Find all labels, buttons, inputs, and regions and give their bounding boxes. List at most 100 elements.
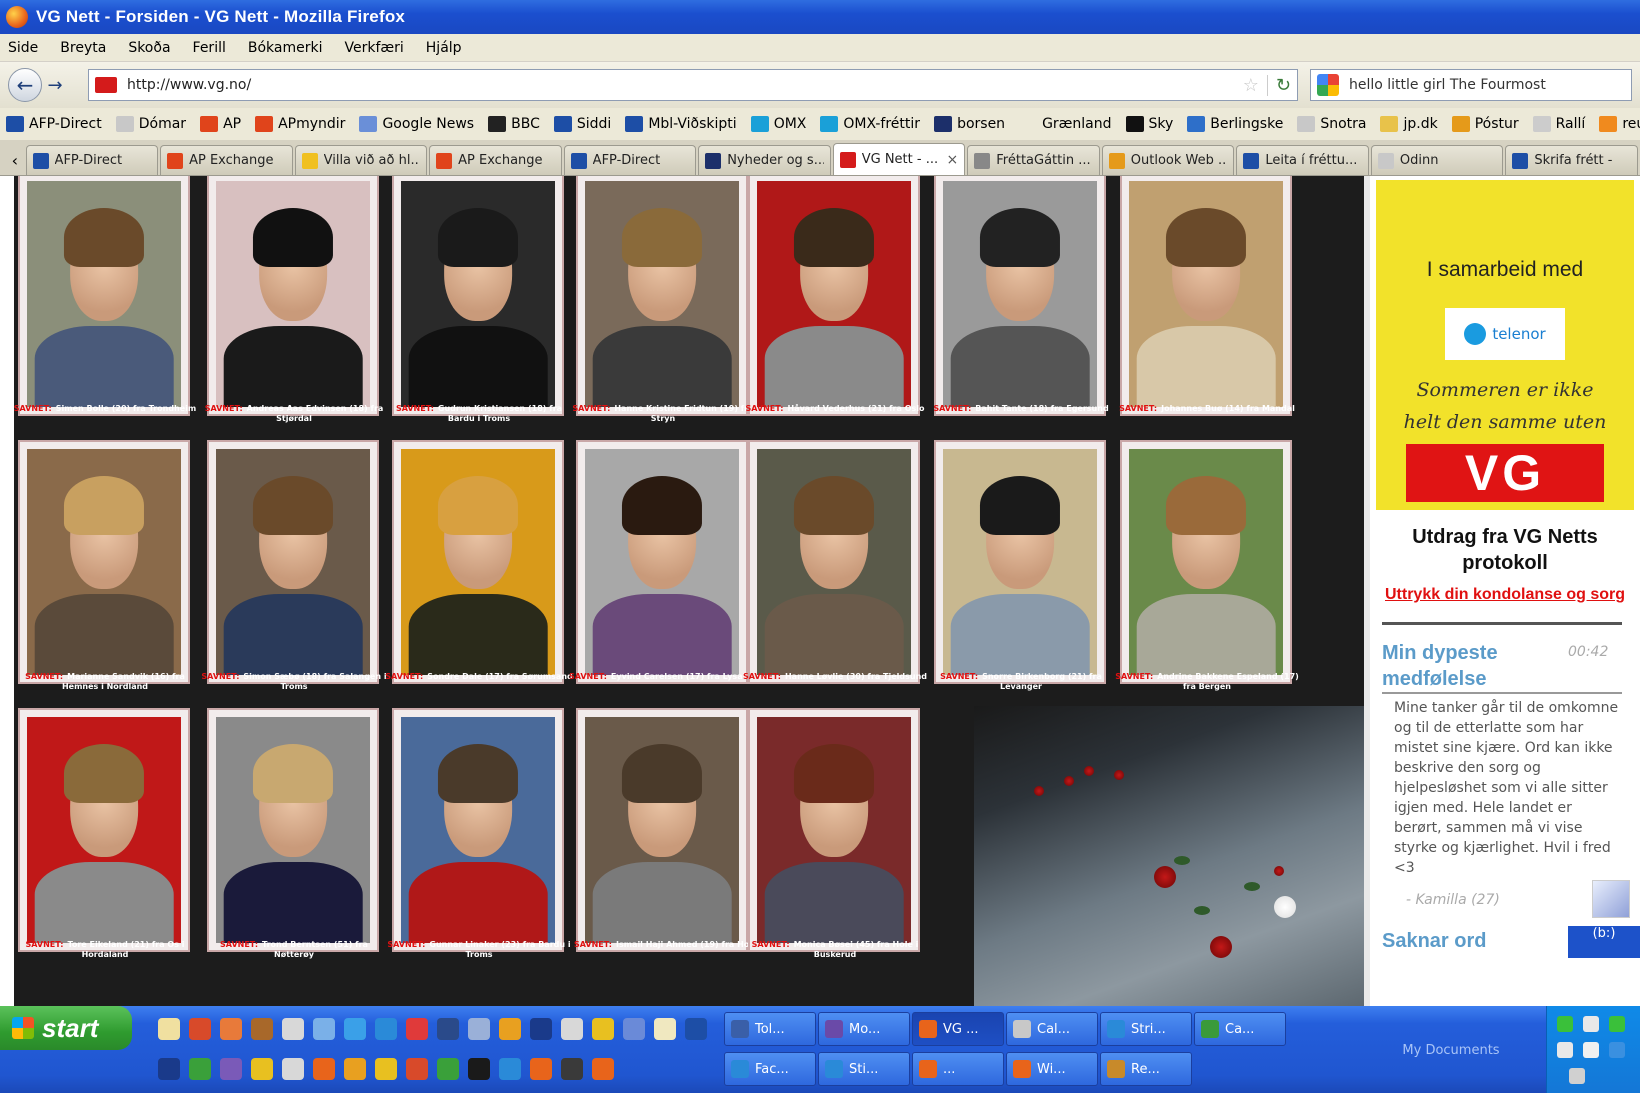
- quick-launch-icon[interactable]: [499, 1018, 521, 1040]
- start-button[interactable]: start: [0, 1006, 132, 1050]
- bookmark-item[interactable]: jp.dk: [1380, 116, 1438, 132]
- bookmark-item[interactable]: Snotra: [1297, 116, 1366, 132]
- taskbar-window-button[interactable]: VG ...: [912, 1012, 1004, 1046]
- quick-launch-icon[interactable]: [592, 1058, 614, 1080]
- tab[interactable]: AP Exchange: [160, 145, 293, 175]
- reload-icon[interactable]: ↻: [1266, 74, 1291, 96]
- tab-scroll-left-button[interactable]: ‹: [4, 145, 26, 175]
- tab[interactable]: AFP-Direct: [563, 145, 697, 175]
- menu-item-breyta[interactable]: Breyta: [60, 40, 106, 56]
- tray-icon[interactable]: [1609, 1016, 1625, 1032]
- tab[interactable]: Nyheder og s...: [698, 145, 831, 175]
- taskbar-window-button[interactable]: Cal...: [1006, 1012, 1098, 1046]
- quick-launch-icon[interactable]: [344, 1018, 366, 1040]
- taskbar-window-button[interactable]: Fac...: [724, 1052, 816, 1086]
- bookmark-item[interactable]: APmyndir: [255, 116, 345, 132]
- quick-launch-icon[interactable]: [468, 1018, 490, 1040]
- tray-icon[interactable]: [1557, 1042, 1573, 1058]
- tab[interactable]: FréttaGáttin ...: [967, 145, 1100, 175]
- bookmark-item[interactable]: Rallí: [1532, 116, 1585, 132]
- url-text[interactable]: http://www.vg.no/: [127, 77, 1243, 93]
- quick-launch-icon[interactable]: [561, 1018, 583, 1040]
- quick-launch-icon[interactable]: [220, 1058, 242, 1080]
- search-input[interactable]: hello little girl The Fourmost: [1349, 77, 1546, 93]
- bookmark-item[interactable]: borsen: [934, 116, 1005, 132]
- tray-icon[interactable]: [1583, 1042, 1599, 1058]
- bookmark-item[interactable]: Sky: [1125, 116, 1173, 132]
- taskbar-window-button[interactable]: Tol...: [724, 1012, 816, 1046]
- bookmark-item[interactable]: Mbl-Viðskipti: [625, 116, 737, 132]
- forward-button[interactable]: →: [42, 72, 68, 98]
- bookmark-item[interactable]: AFP-Direct: [6, 116, 102, 132]
- tab-active[interactable]: VG Nett - ... ×: [832, 143, 966, 175]
- menu-item-verkfaeri[interactable]: Verkfæri: [344, 40, 403, 56]
- taskbar-window-button[interactable]: Ca...: [1194, 1012, 1286, 1046]
- search-bar[interactable]: hello little girl The Fourmost: [1310, 69, 1632, 101]
- condolence-link[interactable]: Uttrykk din kondolanse og sorg: [1376, 584, 1634, 606]
- tab[interactable]: Outlook Web ...: [1101, 145, 1235, 175]
- quick-launch-icon[interactable]: [158, 1018, 180, 1040]
- taskbar-window-button[interactable]: Wi...: [1006, 1052, 1098, 1086]
- quick-launch-icon[interactable]: [189, 1018, 211, 1040]
- quick-launch-icon[interactable]: [468, 1058, 490, 1080]
- bookmark-item[interactable]: OMX-fréttir: [820, 116, 920, 132]
- bookmark-star-icon[interactable]: ☆: [1243, 75, 1259, 96]
- quick-launch-icon[interactable]: [561, 1058, 583, 1080]
- address-bar[interactable]: http://www.vg.no/ ☆ ↻: [88, 69, 1298, 101]
- quick-launch-icon[interactable]: [530, 1018, 552, 1040]
- bookmark-item[interactable]: Google News: [359, 116, 474, 132]
- quick-launch-icon[interactable]: [251, 1018, 273, 1040]
- tray-icon[interactable]: [1583, 1016, 1599, 1032]
- quick-launch-icon[interactable]: [313, 1018, 335, 1040]
- quick-launch-icon[interactable]: [344, 1058, 366, 1080]
- taskbar-window-button[interactable]: Sti...: [818, 1052, 910, 1086]
- bookmark-item[interactable]: Berlingske: [1187, 116, 1283, 132]
- bookmark-item[interactable]: BBC: [488, 116, 540, 132]
- menu-item-ferill[interactable]: Ferill: [193, 40, 226, 56]
- quick-launch-icon[interactable]: [375, 1018, 397, 1040]
- quick-launch-icon[interactable]: [592, 1018, 614, 1040]
- quick-launch-icon[interactable]: [282, 1018, 304, 1040]
- quick-launch-icon[interactable]: [189, 1058, 211, 1080]
- tab[interactable]: AFP-Direct: [25, 145, 159, 175]
- tab[interactable]: Leita í fréttu...: [1236, 145, 1369, 175]
- tab[interactable]: Villa við að hl...: [294, 145, 428, 175]
- quick-launch-icon[interactable]: [437, 1018, 459, 1040]
- tray-icon[interactable]: [1609, 1042, 1625, 1058]
- close-tab-icon[interactable]: ×: [947, 152, 959, 168]
- menu-item-hjalp[interactable]: Hjálp: [426, 40, 462, 56]
- quick-launch-icon[interactable]: [437, 1058, 459, 1080]
- quick-launch-icon[interactable]: [282, 1058, 304, 1080]
- back-button[interactable]: ←: [8, 68, 42, 102]
- menu-item-skoda[interactable]: Skoða: [128, 40, 170, 56]
- quick-launch-icon[interactable]: [313, 1058, 335, 1080]
- google-icon[interactable]: [1317, 74, 1339, 96]
- next-post-title[interactable]: Saknar ord: [1382, 930, 1486, 953]
- taskbar-window-button[interactable]: ...: [912, 1052, 1004, 1086]
- quick-launch-icon[interactable]: [406, 1018, 428, 1040]
- menu-item-side[interactable]: Side: [8, 40, 38, 56]
- tray-icon[interactable]: [1569, 1068, 1585, 1084]
- quick-launch-icon[interactable]: [654, 1018, 676, 1040]
- bookmark-item[interactable]: Póstur: [1451, 116, 1519, 132]
- menu-item-bokamerki[interactable]: Bókamerki: [248, 40, 323, 56]
- bookmark-item[interactable]: Grænland: [1019, 116, 1112, 132]
- taskbar-window-button[interactable]: Mo...: [818, 1012, 910, 1046]
- tray-icon[interactable]: [1557, 1016, 1573, 1032]
- tab[interactable]: Skrifa frétt -: [1505, 145, 1638, 175]
- quick-launch-icon[interactable]: [406, 1058, 428, 1080]
- tab[interactable]: Odinn: [1370, 145, 1504, 175]
- quick-launch-icon[interactable]: [375, 1058, 397, 1080]
- bookmark-item[interactable]: Siddi: [553, 116, 611, 132]
- quick-launch-icon[interactable]: [623, 1018, 645, 1040]
- quick-launch-icon[interactable]: [499, 1058, 521, 1080]
- bookmark-item[interactable]: AP: [200, 116, 241, 132]
- advertisement-banner[interactable]: I samarbeid med telenor Sommeren er ikke…: [1376, 180, 1634, 510]
- taskbar-window-button[interactable]: Re...: [1100, 1052, 1192, 1086]
- bookmark-item[interactable]: OMX: [750, 116, 806, 132]
- quick-launch-icon[interactable]: [530, 1058, 552, 1080]
- bookmark-item[interactable]: reuters: [1599, 116, 1640, 132]
- quick-launch-icon[interactable]: [685, 1018, 707, 1040]
- my-documents-toolbar[interactable]: My Documents: [1366, 1010, 1536, 1090]
- quick-launch-icon[interactable]: [220, 1018, 242, 1040]
